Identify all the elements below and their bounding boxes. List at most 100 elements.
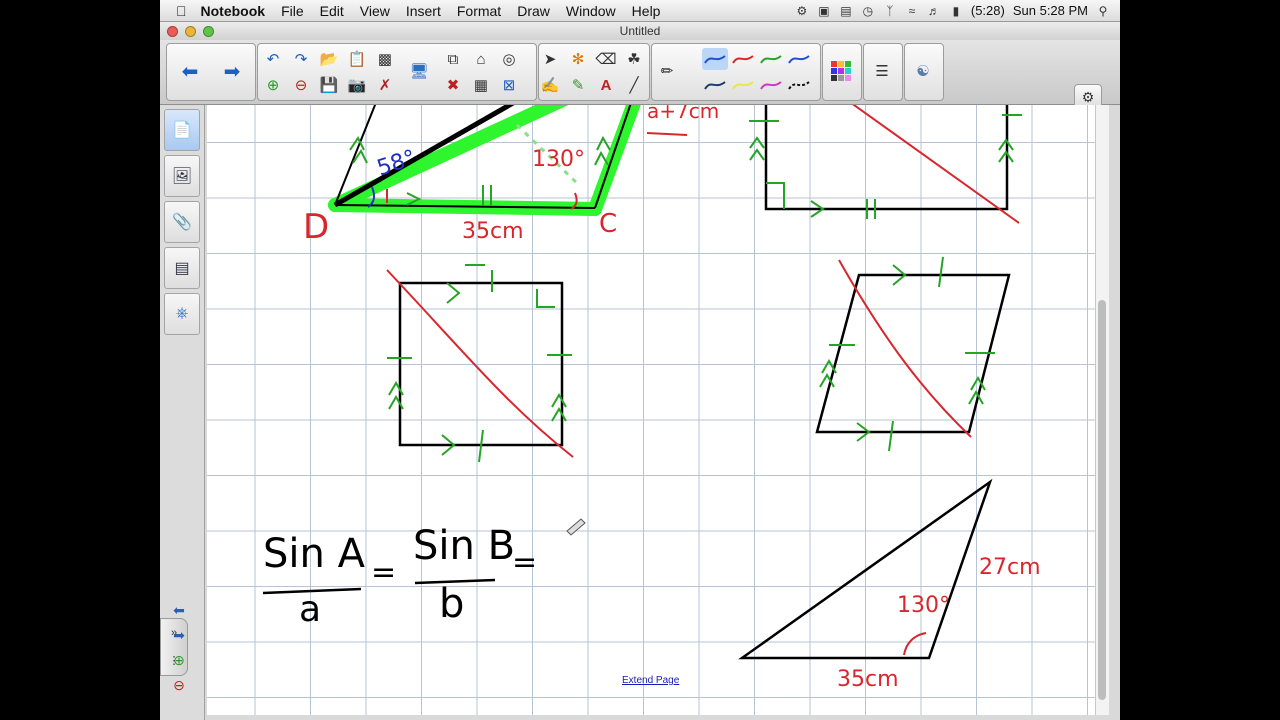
addons-tab-icon[interactable]: ⎈ bbox=[164, 293, 200, 335]
full-screen-icon[interactable]: ⊠ bbox=[498, 74, 520, 96]
tools-group: ➤ ✻ ⌫ ☘ ✍ ✎ A ╱ bbox=[538, 43, 650, 101]
window-title: Untitled bbox=[619, 24, 661, 38]
window-title-bar: Untitled bbox=[160, 22, 1120, 40]
sidebar-add-page-icon[interactable]: ⊕ bbox=[170, 652, 188, 668]
bluetooth-icon[interactable]: ᛉ bbox=[883, 5, 897, 17]
screen-share-icon[interactable]: ▣ bbox=[817, 5, 831, 17]
display-icon[interactable]: ▤ bbox=[839, 5, 853, 17]
camera-icon[interactable]: 📷 bbox=[346, 74, 368, 96]
vertex-label-d: D bbox=[303, 207, 330, 247]
sidebar-next-page-icon[interactable]: ➡ bbox=[170, 627, 188, 643]
parallelogram-middle-right bbox=[815, 256, 1011, 452]
vertical-scrollbar[interactable] bbox=[1095, 105, 1109, 715]
properties-tab-icon[interactable]: ▤ bbox=[164, 247, 200, 289]
toolbar: ⬅ ➡ ↶ ↷ 📂 📋 ▩ 🖥 ⧉ ⌂ ◎ ⊕ ⊖ 💾 📷 ✗ ✖ ▦ ⊠ ➤ … bbox=[160, 40, 1120, 138]
menu-help[interactable]: Help bbox=[624, 3, 669, 19]
sidebar-delete-page-icon[interactable]: ⊖ bbox=[170, 677, 188, 693]
spotlight-search-icon[interactable]: ⚲ bbox=[1096, 5, 1110, 17]
side-label-27cm: 27cm bbox=[979, 555, 1041, 580]
redo-icon[interactable]: ↷ bbox=[290, 48, 312, 70]
ink-drawing bbox=[262, 105, 1022, 660]
delete-page-icon[interactable]: ⊖ bbox=[290, 74, 312, 96]
pen-styles-group: ✏ bbox=[651, 43, 821, 101]
table-icon[interactable]: ▦ bbox=[470, 74, 492, 96]
menu-format[interactable]: Format bbox=[449, 3, 509, 19]
side-label-top-partial: a+7cm bbox=[647, 105, 720, 123]
text-icon[interactable]: A bbox=[595, 74, 617, 96]
sidebar-prev-page-icon[interactable]: ⬅ bbox=[170, 602, 188, 618]
extend-page-link[interactable]: Extend Page bbox=[622, 675, 679, 686]
pen-style-dark[interactable] bbox=[702, 74, 728, 96]
menu-window[interactable]: Window bbox=[558, 3, 624, 19]
formula-b: b bbox=[439, 581, 465, 627]
add-page-icon[interactable]: ⊕ bbox=[262, 74, 284, 96]
battery-icon[interactable]: ▮ bbox=[949, 5, 963, 17]
formula-sin-a: Sin A bbox=[263, 531, 365, 577]
navigation-group: ⬅ ➡ bbox=[166, 43, 256, 101]
clock[interactable]: Sun 5:28 PM bbox=[1013, 3, 1088, 18]
rectangle-top-right bbox=[749, 105, 1022, 224]
magic-pen-icon[interactable]: ✻ bbox=[567, 48, 589, 70]
pen-icon[interactable]: ✏ bbox=[656, 60, 678, 82]
vertex-label-c: C bbox=[599, 209, 618, 239]
pen-style-red[interactable] bbox=[730, 48, 756, 70]
menu-edit[interactable]: Edit bbox=[312, 3, 352, 19]
delete-icon[interactable]: ✖ bbox=[442, 74, 464, 96]
app-menu[interactable]: Notebook bbox=[193, 3, 274, 19]
formula-a: a bbox=[299, 589, 322, 630]
pen-style-yellow[interactable] bbox=[730, 74, 756, 96]
pens-icon[interactable]: ✎ bbox=[567, 74, 589, 96]
screen-shade-icon[interactable]: ▩ bbox=[374, 48, 396, 70]
pen-style-dashed[interactable] bbox=[786, 74, 812, 96]
open-file-icon[interactable]: 📂 bbox=[318, 48, 340, 70]
side-label-35cm-bottom: 35cm bbox=[837, 667, 899, 692]
wifi-icon[interactable]: ≈ bbox=[905, 5, 919, 17]
pen-style-blue-2[interactable] bbox=[786, 48, 812, 70]
paste-icon[interactable]: 📋 bbox=[346, 48, 368, 70]
select-arrow-icon[interactable]: ➤ bbox=[539, 48, 561, 70]
menu-draw[interactable]: Draw bbox=[509, 3, 558, 19]
volume-icon[interactable]: ♬ bbox=[927, 5, 941, 17]
pen-style-blue[interactable] bbox=[702, 48, 728, 70]
previous-page-icon[interactable]: ⬅ bbox=[179, 60, 201, 83]
smart-tools-icon[interactable]: ⚙ bbox=[795, 5, 809, 17]
capture-icon[interactable]: ◎ bbox=[498, 48, 520, 70]
display-screen-icon[interactable]: 🖥 bbox=[408, 60, 430, 82]
line-style-icon[interactable]: ☰ bbox=[871, 60, 893, 82]
line-tool-icon[interactable]: ╱ bbox=[623, 74, 645, 96]
gallery-tab-icon[interactable]: 🖼 bbox=[164, 155, 200, 197]
save-icon[interactable]: 💾 bbox=[318, 74, 340, 96]
color-palette-icon[interactable] bbox=[830, 60, 852, 82]
screen:  Notebook File Edit View Insert Format … bbox=[160, 0, 1120, 720]
next-page-icon[interactable]: ➡ bbox=[221, 60, 243, 83]
apple-menu-icon[interactable]:  bbox=[160, 3, 193, 19]
square-middle-left bbox=[386, 264, 574, 463]
eraser-icon[interactable]: ⌫ bbox=[595, 48, 617, 70]
page-sorter-tab-icon[interactable]: 📄 bbox=[164, 109, 200, 151]
formula-equals-2: = bbox=[512, 545, 538, 580]
menu-bar:  Notebook File Edit View Insert Format … bbox=[160, 0, 1120, 22]
text-tool-icon[interactable]: ⌂ bbox=[470, 48, 492, 70]
pen-style-green[interactable] bbox=[758, 48, 784, 70]
menu-file[interactable]: File bbox=[273, 3, 312, 19]
time-machine-icon[interactable]: ◷ bbox=[861, 5, 875, 17]
clear-ink-icon[interactable]: ✗ bbox=[374, 74, 396, 96]
angle-label-130-top: 130° bbox=[532, 147, 585, 172]
formula-sin-b: Sin B bbox=[413, 523, 516, 569]
attachments-tab-icon[interactable]: 📎 bbox=[164, 201, 200, 243]
battery-time[interactable]: (5:28) bbox=[971, 3, 1005, 18]
edit-group: ↶ ↷ 📂 📋 ▩ 🖥 ⧉ ⌂ ◎ ⊕ ⊖ 💾 📷 ✗ ✖ ▦ ⊠ bbox=[257, 43, 537, 101]
sidebar: 📄 🖼 📎 ▤ ⎈ » ⋮ ⬅ ➡ ⊕ ⊖ bbox=[160, 105, 205, 720]
fill-icon[interactable]: ☘ bbox=[623, 48, 645, 70]
menu-view[interactable]: View bbox=[352, 3, 398, 19]
whiteboard-canvas[interactable]: D C 35cm 58° 130° a+7cm Sin A a = Sin B … bbox=[207, 105, 1095, 715]
angle-label-130: 130° bbox=[897, 593, 950, 618]
transparency-icon[interactable]: ☯ bbox=[912, 60, 934, 82]
undo-icon[interactable]: ↶ bbox=[262, 48, 284, 70]
menu-insert[interactable]: Insert bbox=[398, 3, 449, 19]
highlighter-icon[interactable]: ✍ bbox=[539, 74, 561, 96]
copy-icon[interactable]: ⧉ bbox=[442, 48, 464, 70]
scrollbar-thumb[interactable] bbox=[1098, 300, 1106, 700]
triangle-bottom-right bbox=[738, 478, 993, 660]
pen-style-magenta[interactable] bbox=[758, 74, 784, 96]
